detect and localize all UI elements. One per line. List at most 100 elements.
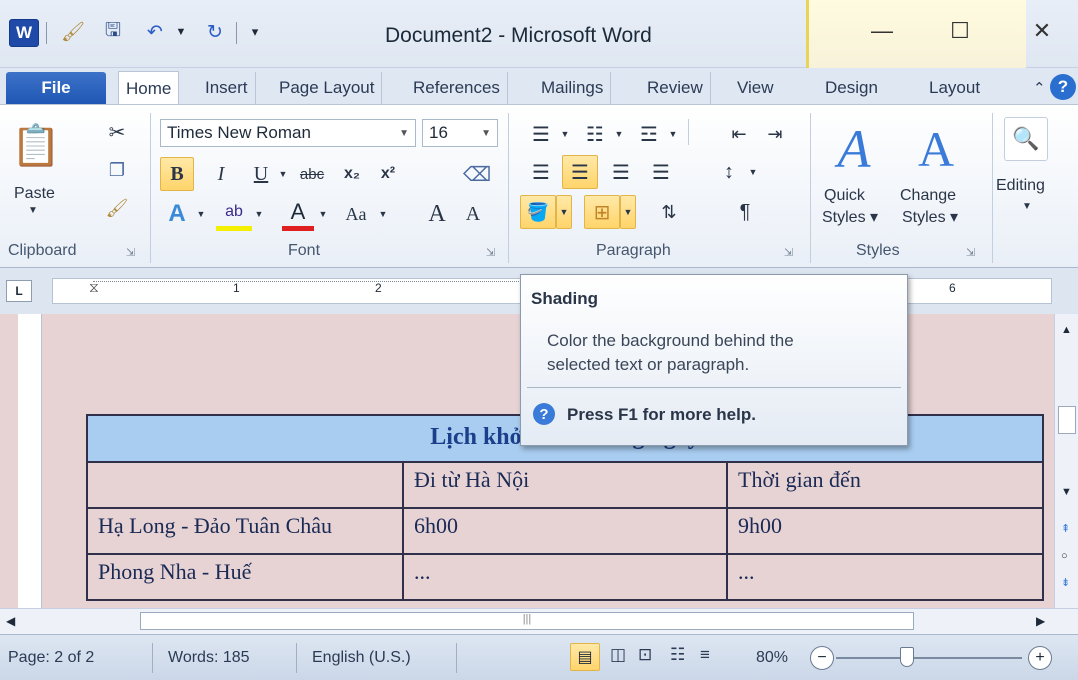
paste-button-label[interactable]: Paste	[14, 185, 55, 203]
tab-view[interactable]: View	[730, 72, 781, 104]
table-cell[interactable]: ...	[402, 553, 728, 601]
zoom-in-icon[interactable]: +	[1028, 646, 1052, 670]
numbering-dropdown-icon[interactable]: ▼	[612, 119, 626, 149]
increase-indent-icon[interactable]: ⇥	[760, 119, 790, 149]
borders-dropdown-icon[interactable]: ▼	[620, 195, 636, 229]
table-cell[interactable]: Thời gian đến	[726, 461, 1044, 509]
paste-icon[interactable]: 📋	[11, 115, 61, 175]
copy-icon[interactable]: ❐	[102, 155, 132, 185]
zoom-slider-track[interactable]	[836, 657, 1022, 659]
change-case-button[interactable]: Aa	[336, 197, 376, 231]
tab-file[interactable]: File	[6, 72, 106, 104]
horizontal-scrollbar[interactable]: ◀ ||| ▶	[0, 608, 1078, 634]
align-left-icon[interactable]: ☰	[524, 155, 558, 189]
redo-icon[interactable]: ↻	[198, 17, 232, 47]
maximize-button[interactable]: ☐	[934, 14, 986, 48]
full-screen-reading-icon[interactable]: ◫	[610, 645, 626, 665]
text-effects-icon[interactable]: A	[160, 197, 194, 231]
change-styles-icon[interactable]: A	[906, 113, 966, 185]
scroll-left-icon[interactable]: ◀	[6, 614, 15, 628]
change-styles-label-line2[interactable]: Styles ▾	[902, 207, 958, 227]
help-icon[interactable]: ?	[1050, 74, 1076, 100]
page-count[interactable]: Page: 2 of 2	[8, 649, 94, 667]
shrink-font-button[interactable]: A	[456, 197, 490, 231]
editing-button-label[interactable]: Editing	[996, 177, 1045, 195]
styles-launcher-icon[interactable]: ⇲	[966, 246, 975, 259]
change-styles-label-line1[interactable]: Change	[900, 187, 956, 205]
table-cell[interactable]: Đi từ Hà Nội	[402, 461, 728, 509]
tab-layout[interactable]: Layout	[922, 72, 987, 104]
font-name-combo[interactable]: Times New Roman ▼	[160, 119, 416, 147]
text-effects-dropdown-icon[interactable]: ▼	[194, 197, 208, 231]
decrease-indent-icon[interactable]: ⇤	[724, 119, 754, 149]
line-spacing-icon[interactable]: ↕	[712, 155, 746, 189]
tab-mailings[interactable]: Mailings	[534, 72, 612, 104]
paste-dropdown-icon[interactable]: ▼	[28, 205, 38, 216]
word-app-icon[interactable]: W	[9, 19, 39, 47]
table-cell[interactable]: 9h00	[726, 507, 1044, 555]
customize-qat-icon[interactable]: ▾	[244, 17, 266, 47]
indent-marker-icon[interactable]: ⧖	[89, 279, 99, 296]
table-cell[interactable]: 6h00	[402, 507, 728, 555]
sort-icon[interactable]: ⇅	[654, 195, 684, 229]
subscript-button[interactable]: x₂	[336, 157, 368, 191]
web-layout-icon[interactable]: ⊡	[638, 645, 652, 665]
clipboard-launcher-icon[interactable]: ⇲	[126, 246, 135, 259]
outline-view-icon[interactable]: ☷	[670, 645, 685, 665]
next-page-icon[interactable]: ⇟	[1061, 576, 1070, 589]
bold-button[interactable]: B	[160, 157, 194, 191]
italic-button[interactable]: I	[206, 157, 236, 191]
undo-dropdown-icon[interactable]: ▼	[172, 17, 190, 47]
minimize-ribbon-icon[interactable]: ⌃	[1026, 72, 1053, 104]
language-indicator[interactable]: English (U.S.)	[312, 649, 411, 667]
close-button[interactable]: ✕	[1016, 14, 1068, 48]
strikethrough-button[interactable]: abc	[292, 157, 332, 191]
undo-icon[interactable]: ↶	[138, 17, 172, 47]
underline-dropdown-icon[interactable]: ▼	[276, 157, 290, 191]
font-size-combo[interactable]: 16 ▼	[422, 119, 498, 147]
numbering-icon[interactable]: ☷	[578, 119, 612, 149]
show-formatting-marks-button[interactable]: ¶	[730, 195, 760, 229]
align-right-icon[interactable]: ☰	[604, 155, 638, 189]
print-layout-view-icon[interactable]: ▤	[570, 643, 600, 671]
tab-references[interactable]: References	[406, 72, 508, 104]
scroll-down-icon[interactable]: ▼	[1061, 486, 1072, 498]
quick-styles-label-line1[interactable]: Quick	[824, 187, 865, 205]
horizontal-scroll-thumb[interactable]: |||	[140, 612, 914, 630]
vertical-ruler[interactable]	[18, 314, 42, 608]
borders-icon[interactable]: ⊞	[584, 195, 620, 229]
change-case-dropdown-icon[interactable]: ▼	[376, 197, 390, 231]
table-cell[interactable]	[86, 461, 404, 509]
save-icon[interactable]: 🖫	[96, 17, 130, 47]
tab-insert[interactable]: Insert	[198, 72, 256, 104]
line-spacing-dropdown-icon[interactable]: ▼	[746, 155, 760, 189]
superscript-button[interactable]: x²	[372, 157, 404, 191]
font-launcher-icon[interactable]: ⇲	[486, 246, 495, 259]
scroll-right-icon[interactable]: ▶	[1036, 614, 1045, 628]
multilevel-dropdown-icon[interactable]: ▼	[666, 119, 680, 149]
tab-page-layout[interactable]: Page Layout	[272, 72, 383, 104]
highlight-color-icon[interactable]: ab	[216, 197, 252, 231]
find-icon[interactable]: 🔍	[1004, 117, 1048, 161]
editing-dropdown-icon[interactable]: ▼	[1022, 201, 1032, 212]
multilevel-list-icon[interactable]: ☲	[632, 119, 666, 149]
font-name-dropdown-icon[interactable]: ▼	[399, 128, 409, 139]
word-count[interactable]: Words: 185	[168, 649, 250, 667]
justify-icon[interactable]: ☰	[644, 155, 678, 189]
zoom-level[interactable]: 80%	[756, 649, 788, 667]
tab-home[interactable]: Home	[118, 71, 180, 105]
vertical-scrollbar[interactable]: ▲ ▼ ⇞ ○ ⇟	[1054, 314, 1078, 608]
underline-button[interactable]: U	[246, 157, 276, 191]
quick-styles-label-line2[interactable]: Styles ▾	[822, 207, 878, 227]
zoom-slider-thumb[interactable]	[900, 647, 914, 667]
zoom-out-icon[interactable]: −	[810, 646, 834, 670]
paragraph-launcher-icon[interactable]: ⇲	[784, 246, 793, 259]
font-size-dropdown-icon[interactable]: ▼	[481, 128, 491, 139]
select-browse-object-icon[interactable]: ○	[1061, 550, 1068, 562]
draft-view-icon[interactable]: ≡	[700, 645, 710, 665]
format-painter-icon[interactable]: 🖌	[102, 193, 132, 223]
scroll-up-icon[interactable]: ▲	[1061, 324, 1072, 336]
tab-review[interactable]: Review	[640, 72, 711, 104]
format-painter-icon[interactable]: 🖌	[56, 17, 90, 47]
font-color-dropdown-icon[interactable]: ▼	[316, 197, 330, 231]
